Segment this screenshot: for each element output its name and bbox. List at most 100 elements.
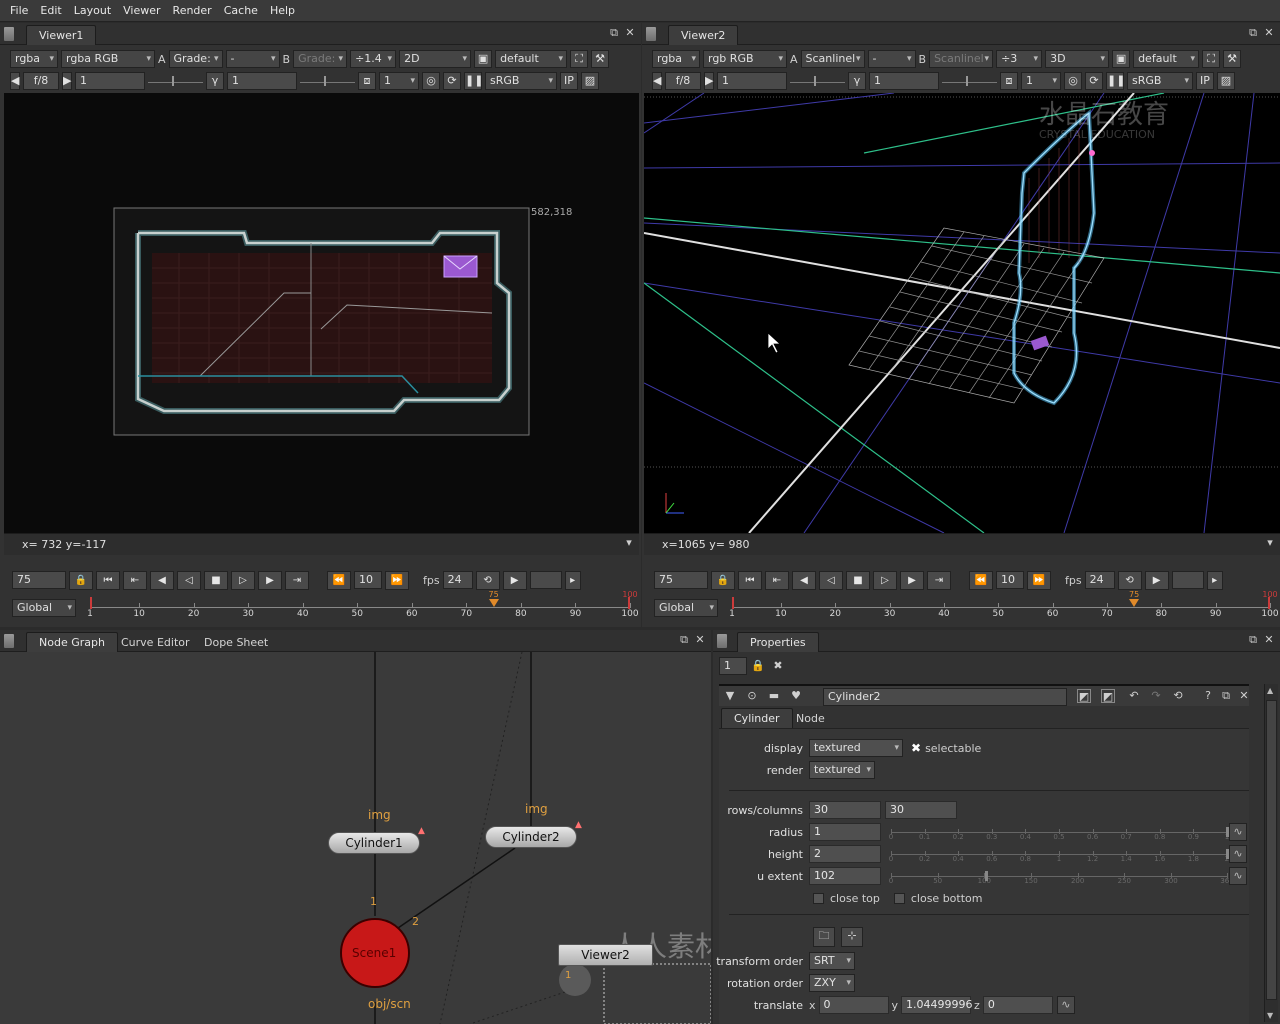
height-animation-icon[interactable]: ∿ <box>1229 845 1247 863</box>
region-icon[interactable]: ◎ <box>1064 72 1082 90</box>
gain-field[interactable]: 1 <box>717 72 787 90</box>
properties-scrollbar[interactable]: ▲ ▼ <box>1264 684 1278 1022</box>
tab-curve-editor[interactable]: Curve Editor <box>108 632 203 652</box>
frame-field[interactable]: 75 <box>654 571 708 589</box>
play-backward-icon[interactable]: ◁ <box>819 570 843 590</box>
revert-icon[interactable]: ⟲ <box>1171 689 1185 703</box>
skip-back-icon[interactable]: ⏪ <box>327 570 351 590</box>
viewer1-canvas[interactable]: 582,318 <box>4 93 639 533</box>
timeline2-ruler[interactable]: 1 10 20 30 40 50 60 70 80 90 100 75 100 <box>729 590 1278 621</box>
tab-dope-sheet[interactable]: Dope Sheet <box>191 632 281 652</box>
cylinder2-node[interactable]: Cylinder2 <box>485 826 577 848</box>
roi-icon[interactable]: ⛶ <box>570 50 589 68</box>
translate-x-field[interactable]: 0 <box>818 996 889 1014</box>
gain-field[interactable]: 1 <box>75 72 145 90</box>
fps-field[interactable]: 24 <box>1084 571 1115 589</box>
float-pane-icon[interactable]: ⧉ <box>1246 26 1260 40</box>
radius-field[interactable]: 1 <box>809 823 881 841</box>
menu-viewer[interactable]: Viewer <box>117 0 166 22</box>
channels-dropdown[interactable]: rgba <box>652 50 700 68</box>
close-pane-icon[interactable]: ✕ <box>1262 26 1276 40</box>
loop-icon[interactable]: ⟲ <box>475 570 500 590</box>
stop-icon[interactable]: ■ <box>846 570 870 590</box>
roi-icon[interactable]: ⛶ <box>1202 50 1221 68</box>
blank-field[interactable] <box>1171 571 1204 589</box>
zoom-dropdown[interactable]: ÷1.4 <box>350 50 397 68</box>
rows-field[interactable]: 30 <box>809 801 881 819</box>
lut-dropdown[interactable]: default <box>1133 50 1200 68</box>
proxy-dropdown[interactable]: 1 <box>379 72 419 90</box>
gamma-slider[interactable] <box>942 72 997 90</box>
pane-grip-icon[interactable] <box>4 634 14 648</box>
close-bottom-checkbox[interactable] <box>893 892 905 904</box>
skip-forward-icon[interactable]: ⏩ <box>1027 570 1051 590</box>
layer-dropdown[interactable]: rgb RGB <box>703 50 787 68</box>
first-frame-icon[interactable]: ⏮ <box>738 570 762 590</box>
next-frame-icon[interactable]: ▶ <box>258 570 282 590</box>
next-keyframe-icon[interactable]: ⇥ <box>285 570 309 590</box>
u-extent-slider[interactable]: 0 50 100 150 200 250 300 360 <box>889 870 1234 890</box>
tab-viewer1[interactable]: Viewer1 <box>26 25 97 45</box>
layer-dropdown[interactable]: rgba RGB <box>61 50 155 68</box>
skip-increment-field[interactable]: 10 <box>996 571 1024 589</box>
transform-order-dropdown[interactable]: SRT <box>809 952 855 970</box>
folder-icon[interactable]: 🗀 <box>813 927 835 947</box>
next-keyframe-icon[interactable]: ⇥ <box>927 570 951 590</box>
first-frame-icon[interactable]: ⏮ <box>96 570 120 590</box>
prev-keyframe-icon[interactable]: ⇤ <box>765 570 789 590</box>
b-input-dropdown[interactable]: Grade: <box>293 50 348 68</box>
scope-dropdown[interactable]: Global <box>12 599 76 617</box>
ip-button[interactable]: IP <box>1196 72 1214 90</box>
refresh-icon[interactable]: ⟳ <box>443 72 461 90</box>
wipe-icon[interactable]: ⚒ <box>1223 50 1242 68</box>
region-icon[interactable]: ◎ <box>422 72 440 90</box>
prev-frame-icon[interactable]: ◀ <box>150 570 174 590</box>
close-node-icon[interactable]: ✕ <box>1237 689 1251 703</box>
camera-lock-icon[interactable]: ▣ <box>1112 50 1131 68</box>
transform-handle-icon[interactable]: ⊹ <box>841 927 863 947</box>
pause-icon[interactable]: ❚❚ <box>1106 72 1125 90</box>
radius-animation-icon[interactable]: ∿ <box>1229 823 1247 841</box>
scroll-right-icon[interactable]: ▸ <box>564 570 581 590</box>
help-bubble-icon[interactable]: ♥ <box>789 689 803 703</box>
fstop-up-icon[interactable]: ▶ <box>704 72 714 90</box>
tile-color-icon[interactable]: ◩ <box>1077 689 1091 703</box>
colorspace-dropdown[interactable]: sRGB <box>1127 72 1193 90</box>
scroll-down-icon[interactable]: ▼ <box>1267 1011 1273 1020</box>
scope-dropdown[interactable]: Global <box>654 599 718 617</box>
a-input-dropdown[interactable]: Grade: <box>168 50 223 68</box>
gamma-slider[interactable] <box>300 72 355 90</box>
menu-layout[interactable]: Layout <box>68 0 117 22</box>
lock-range-icon[interactable]: 🔒 <box>69 570 93 590</box>
height-field[interactable]: 2 <box>809 845 881 863</box>
pause-icon[interactable]: ❚❚ <box>464 72 483 90</box>
wipe-icon[interactable]: ⚒ <box>591 50 610 68</box>
undo-icon[interactable]: ↶ <box>1127 689 1141 703</box>
refresh-icon[interactable]: ⟳ <box>1085 72 1103 90</box>
fstop-field[interactable]: f/8 <box>665 72 701 90</box>
fstop-field[interactable]: f/8 <box>23 72 59 90</box>
u-extent-field[interactable]: 102 <box>809 867 881 885</box>
current-frame-marker[interactable] <box>1129 599 1140 607</box>
tab-properties[interactable]: Properties <box>737 632 819 652</box>
frame-field[interactable]: 75 <box>12 571 66 589</box>
u-extent-animation-icon[interactable]: ∿ <box>1229 867 1247 885</box>
float-node-icon[interactable]: ⧉ <box>1219 689 1233 703</box>
menu-render[interactable]: Render <box>167 0 218 22</box>
skip-increment-field[interactable]: 10 <box>354 571 382 589</box>
tab-node-graph[interactable]: Node Graph <box>26 632 118 652</box>
max-panels-field[interactable]: 1 <box>719 657 747 675</box>
collapse-icon[interactable]: ▼ <box>723 689 737 703</box>
compare-op-dropdown[interactable]: - <box>225 50 280 68</box>
pane-grip-icon[interactable] <box>4 27 14 41</box>
rotation-order-dropdown[interactable]: ZXY <box>809 974 855 992</box>
fstop-down-icon[interactable]: ◀ <box>652 72 662 90</box>
proxy-icon[interactable]: ⧈ <box>1000 72 1018 90</box>
menu-edit[interactable]: Edit <box>34 0 67 22</box>
gain-slider[interactable] <box>790 72 845 90</box>
gain-slider[interactable] <box>148 72 203 90</box>
tab-cylinder[interactable]: Cylinder <box>721 708 793 728</box>
status-expand-icon[interactable]: ▾ <box>1263 536 1277 550</box>
float-pane-icon[interactable]: ⧉ <box>607 26 621 40</box>
a-input-dropdown[interactable]: Scanlinel <box>800 50 865 68</box>
